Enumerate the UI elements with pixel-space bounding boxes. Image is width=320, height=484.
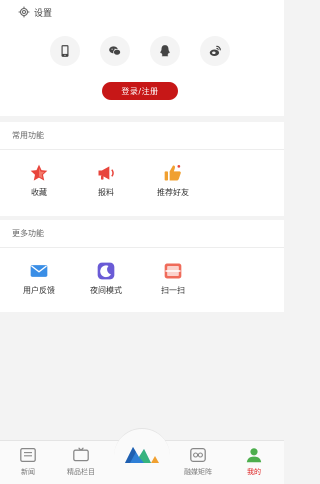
settings-button[interactable]: 设置 [18, 4, 52, 20]
divider [0, 247, 284, 248]
logo-icon [125, 447, 159, 463]
common-functions-title: 常用功能 [12, 131, 44, 140]
scan-icon [164, 263, 182, 279]
weibo-login-button[interactable] [200, 36, 230, 66]
login-register-button[interactable]: 登录/注册 [102, 82, 178, 100]
wechat-icon [109, 46, 121, 56]
tab-media-matrix-label: 融媒矩阵 [184, 468, 212, 476]
recommend-friends-label: 推荐好友 [157, 188, 189, 197]
phone-login-button[interactable] [50, 36, 80, 66]
tab-home-logo[interactable] [114, 428, 170, 484]
profile-header: 设置 登录/注册 [0, 0, 284, 116]
tab-mine[interactable]: 我的 [226, 447, 282, 483]
wechat-login-button[interactable] [100, 36, 130, 66]
feedback-button[interactable]: 用户反馈 [11, 261, 67, 301]
moon-icon [97, 262, 115, 280]
news-icon [20, 447, 36, 463]
settings-label: 设置 [34, 8, 53, 19]
tab-media-matrix[interactable]: 融媒矩阵 [170, 447, 226, 483]
qq-icon [160, 45, 170, 57]
report-label: 报料 [98, 188, 114, 197]
tab-premium-columns-label: 精品栏目 [67, 468, 95, 476]
recommend-friends-button[interactable]: 推荐好友 [145, 163, 201, 203]
thumbs-up-icon [164, 165, 181, 181]
login-providers [0, 36, 284, 66]
more-functions-section: 更多功能 用户反馈 夜间模式 扫一扫 [0, 220, 284, 312]
divider [0, 149, 284, 150]
scan-label: 扫一扫 [161, 286, 185, 295]
scan-button[interactable]: 扫一扫 [145, 261, 201, 301]
phone-icon [61, 45, 69, 57]
report-button[interactable]: 报料 [78, 163, 134, 203]
qq-login-button[interactable] [150, 36, 180, 66]
night-mode-button[interactable]: 夜间模式 [78, 261, 134, 301]
mail-icon [30, 265, 48, 277]
tab-news[interactable]: 新闻 [0, 447, 56, 483]
matrix-icon [190, 447, 206, 463]
feedback-label: 用户反馈 [23, 286, 55, 295]
tv-icon [73, 447, 89, 462]
star-icon [30, 164, 48, 181]
user-icon [246, 448, 262, 463]
gear-icon [18, 6, 30, 18]
favorites-button[interactable]: 收藏 [11, 163, 67, 203]
megaphone-icon [98, 166, 114, 180]
night-mode-label: 夜间模式 [90, 286, 122, 295]
weibo-icon [209, 45, 221, 56]
more-functions-title: 更多功能 [12, 229, 44, 238]
favorites-label: 收藏 [31, 188, 47, 197]
tab-news-label: 新闻 [21, 468, 35, 476]
tab-premium-columns[interactable]: 精品栏目 [53, 447, 109, 483]
tab-mine-label: 我的 [247, 468, 261, 476]
common-functions-section: 常用功能 收藏 报料 推荐好友 [0, 122, 284, 216]
